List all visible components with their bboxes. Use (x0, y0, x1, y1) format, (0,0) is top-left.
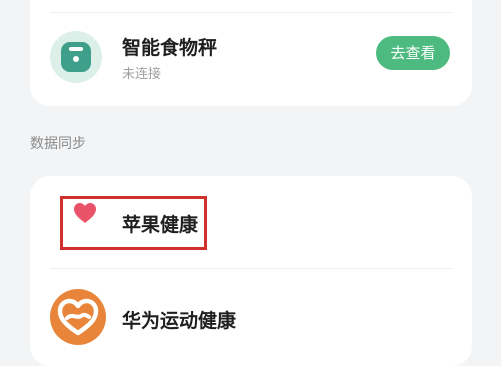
view-device-button[interactable]: 去查看 (376, 36, 450, 70)
heart-icon (74, 203, 96, 223)
food-scale-icon (50, 31, 102, 83)
device-status: 未连接 (122, 67, 162, 82)
sync-item-huawei-health[interactable]: 华为运动健康 (30, 269, 472, 366)
scale-screen-shape (69, 47, 83, 51)
sync-item-apple-health[interactable]: 苹果健康 (30, 176, 472, 268)
device-row-food-scale[interactable]: 智能食物秤 未连接 去查看 (30, 30, 472, 106)
sync-item-label: 华为运动健康 (122, 310, 237, 332)
data-sync-card: 苹果健康 华为运动健康 (30, 176, 472, 366)
huawei-heart-shape (57, 298, 99, 336)
divider (50, 12, 452, 13)
huawei-health-icon (50, 289, 106, 345)
device-card: 智能食物秤 未连接 去查看 (30, 0, 472, 106)
scale-dot-shape (73, 56, 79, 62)
sync-item-label: 苹果健康 (122, 214, 199, 236)
section-title-data-sync: 数据同步 (30, 136, 86, 152)
scale-body-shape (61, 42, 91, 72)
device-name: 智能食物秤 (122, 37, 218, 59)
